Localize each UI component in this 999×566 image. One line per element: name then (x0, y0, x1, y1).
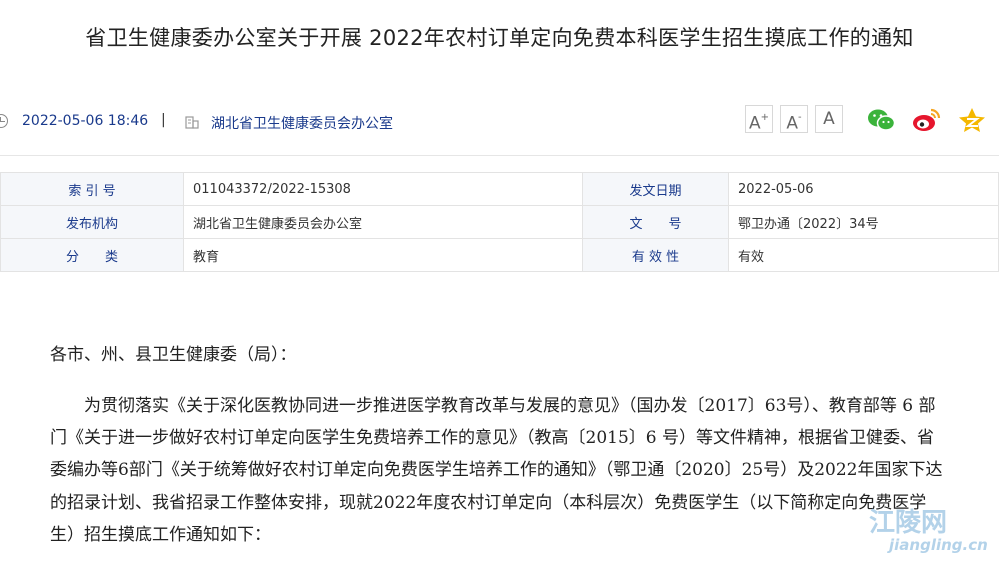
font-decrease-label: A (786, 113, 799, 134)
table-row: 索 引 号 011043372/2022-15308 发文日期 2022-05-… (0, 172, 999, 206)
font-increase-label: A (748, 113, 761, 134)
font-increase-button[interactable]: A+ (745, 105, 773, 134)
header-divider (0, 155, 999, 156)
info-value-doc-number: 鄂卫办通〔2022〕34号 (728, 205, 999, 239)
info-value-index: 011043372/2022-15308 (183, 172, 583, 206)
info-value-date: 2022-05-06 (728, 172, 999, 206)
publish-date: 2022-05-06 18:46 (22, 113, 149, 129)
wechat-icon[interactable] (866, 107, 896, 133)
weibo-icon[interactable] (911, 107, 941, 133)
font-reset-label: A (823, 109, 835, 129)
body-paragraph-text: 为贯彻落实《关于深化医教协同进一步推进医学教育改革与发展的意见》（国办发〔201… (50, 396, 943, 545)
meta-bar: 2022-05-06 18:46 | 湖北省卫生健康委员会办公室 (0, 104, 999, 140)
document-info-table: 索 引 号 011043372/2022-15308 发文日期 2022-05-… (0, 172, 999, 272)
body-paragraph: 为贯彻落实《关于深化医教协同进一步推进医学教育改革与发展的意见》（国办发〔201… (50, 390, 950, 551)
info-value-issuer: 湖北省卫生健康委员会办公室 (183, 205, 583, 239)
page-title: 省卫生健康委办公室关于开展 2022年农村订单定向免费本科医学生招生摸底工作的通… (85, 26, 914, 50)
info-label-validity: 有 效 性 (582, 238, 729, 272)
info-value-validity: 有效 (728, 238, 999, 272)
font-reset-button[interactable]: A (815, 105, 843, 133)
info-label-doc-number: 文 号 (582, 205, 729, 239)
salutation: 各市、州、县卫生健康委（局）： (50, 345, 297, 365)
info-label-index: 索 引 号 (0, 172, 184, 206)
info-label-issuer: 发布机构 (0, 205, 184, 239)
info-label-date: 发文日期 (582, 172, 729, 206)
table-row: 发布机构 湖北省卫生健康委员会办公室 文 号 鄂卫办通〔2022〕34号 (0, 205, 999, 239)
font-increase-mark: + (760, 112, 770, 123)
info-value-category: 教育 (183, 238, 583, 272)
meta-separator: | (161, 112, 166, 128)
clock-icon (0, 114, 8, 128)
info-label-category: 分 类 (0, 238, 184, 272)
publisher-org[interactable]: 湖北省卫生健康委员会办公室 (211, 113, 393, 133)
qzone-icon[interactable] (957, 107, 987, 133)
building-icon (185, 116, 199, 129)
table-row: 分 类 教育 有 效 性 有效 (0, 238, 999, 272)
font-decrease-button[interactable]: A- (780, 105, 808, 134)
font-decrease-mark: - (798, 112, 802, 123)
